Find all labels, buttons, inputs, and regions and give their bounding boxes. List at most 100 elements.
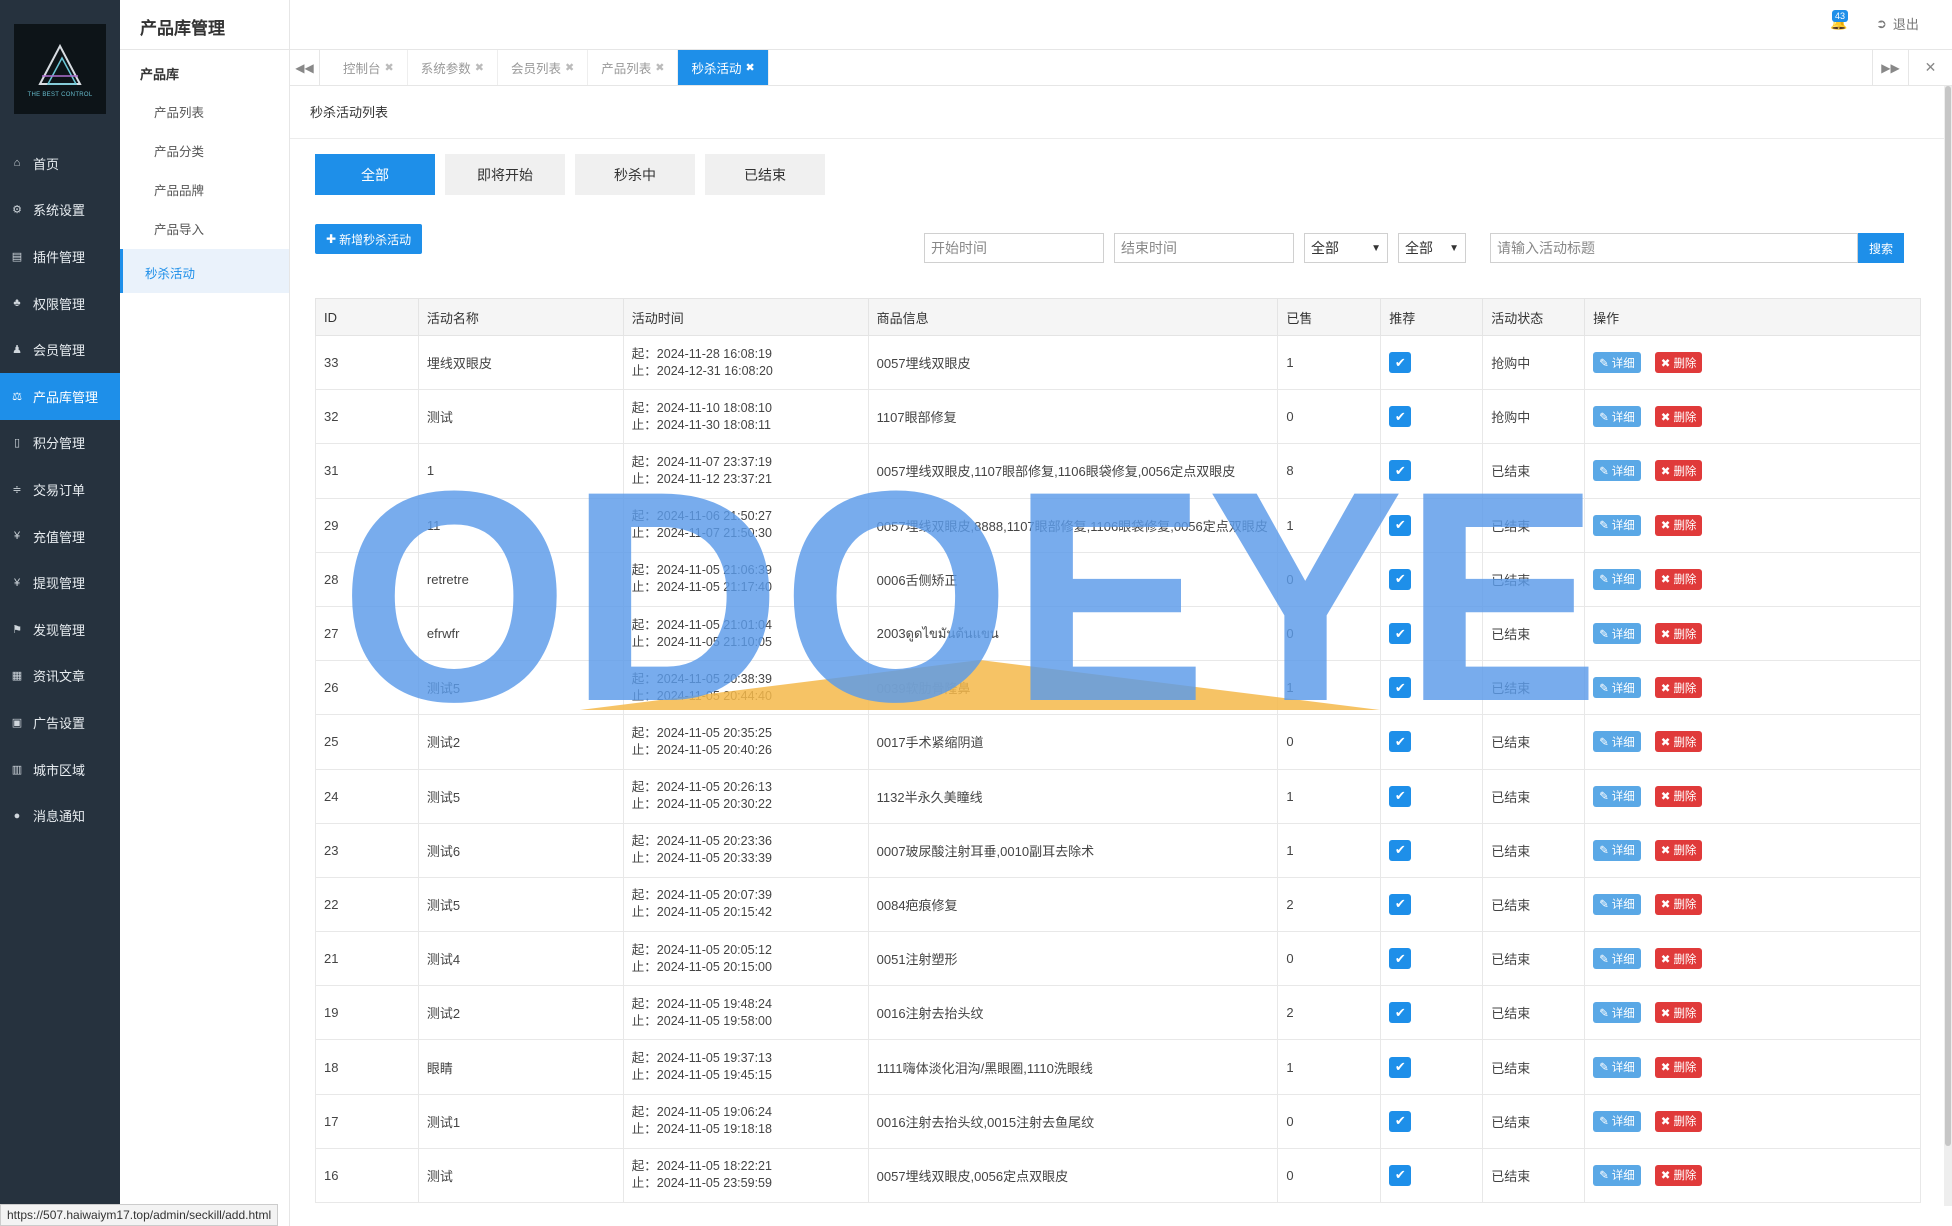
delete-button[interactable]: ✖ 删除 — [1654, 568, 1703, 590]
close-icon[interactable]: ✖ — [385, 61, 394, 74]
end-time-input[interactable]: 结束时间 — [1114, 233, 1294, 263]
detail-button[interactable]: ✎ 详细 — [1593, 677, 1641, 699]
filter-tab-0[interactable]: 全部 — [315, 154, 435, 195]
tab-4[interactable]: 秒杀活动 ✖ — [678, 50, 769, 85]
tab-3[interactable]: 产品列表 ✖ — [588, 50, 679, 85]
title-search-input[interactable]: 请输入活动标题 — [1490, 233, 1858, 263]
sub-item-seckill[interactable]: 秒杀活动 — [120, 249, 289, 293]
sidebar-item-6[interactable]: ▯ 积分管理 — [0, 420, 120, 467]
recommend-checkbox[interactable]: ✔ — [1389, 352, 1412, 374]
sub-item-2[interactable]: 产品品牌 — [120, 168, 289, 207]
close-all-tabs-icon[interactable]: ✕ — [1908, 50, 1952, 85]
recommend-checkbox[interactable]: ✔ — [1389, 568, 1412, 590]
recommend-checkbox[interactable]: ✔ — [1389, 1002, 1412, 1024]
detail-button[interactable]: ✎ 详细 — [1593, 893, 1641, 915]
detail-button[interactable]: ✎ 详细 — [1593, 1164, 1641, 1186]
detail-button[interactable]: ✎ 详细 — [1593, 731, 1641, 753]
filter-tab-3[interactable]: 已结束 — [705, 154, 825, 195]
delete-button[interactable]: ✖ 删除 — [1654, 677, 1703, 699]
sidebar-item-10[interactable]: ⚑ 发现管理 — [0, 606, 120, 653]
detail-button[interactable]: ✎ 详细 — [1593, 460, 1641, 482]
detail-button[interactable]: ✎ 详细 — [1593, 352, 1641, 374]
tabs-scroll-right-icon[interactable]: ▶▶ — [1872, 50, 1908, 85]
recommend-checkbox[interactable]: ✔ — [1389, 1164, 1412, 1186]
detail-button[interactable]: ✎ 详细 — [1593, 948, 1641, 970]
recommend-checkbox[interactable]: ✔ — [1389, 785, 1412, 807]
delete-label: 删除 — [1673, 1116, 1697, 1129]
delete-button[interactable]: ✖ 删除 — [1654, 406, 1703, 428]
app-logo[interactable]: THE BEST CONTROL — [14, 24, 106, 114]
detail-button[interactable]: ✎ 详细 — [1593, 623, 1641, 645]
delete-button[interactable]: ✖ 删除 — [1654, 1002, 1703, 1024]
delete-button[interactable]: ✖ 删除 — [1654, 623, 1703, 645]
delete-button[interactable]: ✖ 删除 — [1654, 1164, 1703, 1186]
delete-button[interactable]: ✖ 删除 — [1654, 1056, 1703, 1078]
close-icon[interactable]: ✖ — [565, 61, 574, 74]
recommend-checkbox[interactable]: ✔ — [1389, 731, 1412, 753]
sidebar-item-13[interactable]: ▥ 城市区域 — [0, 746, 120, 793]
add-seckill-button[interactable]: ✚ 新增秒杀活动 — [315, 224, 423, 254]
delete-button[interactable]: ✖ 删除 — [1654, 460, 1703, 482]
sidebar-item-3[interactable]: ♣ 权限管理 — [0, 280, 120, 327]
sidebar-item-7[interactable]: ≑ 交易订单 — [0, 466, 120, 513]
delete-button[interactable]: ✖ 删除 — [1654, 948, 1703, 970]
sub-item-3[interactable]: 产品导入 — [120, 207, 289, 246]
recommend-checkbox[interactable]: ✔ — [1389, 948, 1412, 970]
close-icon[interactable]: ✖ — [655, 61, 664, 74]
detail-button[interactable]: ✎ 详细 — [1593, 1002, 1641, 1024]
detail-button[interactable]: ✎ 详细 — [1593, 785, 1641, 807]
page-scrollbar[interactable] — [1944, 86, 1952, 1206]
sidebar-item-12[interactable]: ▣ 广告设置 — [0, 699, 120, 746]
recommend-checkbox[interactable]: ✔ — [1389, 677, 1412, 699]
sub-item-1[interactable]: 产品分类 — [120, 129, 289, 168]
detail-button[interactable]: ✎ 详细 — [1593, 1056, 1641, 1078]
filter-tab-2[interactable]: 秒杀中 — [575, 154, 695, 195]
close-icon[interactable]: ✖ — [745, 61, 754, 74]
sidebar-item-2[interactable]: ▤ 插件管理 — [0, 233, 120, 280]
recommend-checkbox[interactable]: ✔ — [1389, 893, 1412, 915]
tab-0[interactable]: 控制台 ✖ — [330, 50, 408, 85]
status-select[interactable]: 全部 ▼ — [1304, 233, 1388, 263]
recommend-select[interactable]: 全部 ▼ — [1398, 233, 1466, 263]
tabs-scroll-left-icon[interactable]: ◀◀ — [290, 50, 320, 85]
cell-id: 29 — [315, 497, 419, 553]
delete-button[interactable]: ✖ 删除 — [1654, 1110, 1703, 1132]
sidebar-item-1[interactable]: ⚙ 系统设置 — [0, 187, 120, 234]
delete-button[interactable]: ✖ 删除 — [1654, 893, 1703, 915]
delete-button[interactable]: ✖ 删除 — [1654, 839, 1703, 861]
recommend-checkbox[interactable]: ✔ — [1389, 406, 1412, 428]
detail-button[interactable]: ✎ 详细 — [1593, 839, 1641, 861]
recommend-checkbox[interactable]: ✔ — [1389, 1110, 1412, 1132]
sidebar-item-11[interactable]: ▦ 资讯文章 — [0, 653, 120, 700]
recommend-checkbox[interactable]: ✔ — [1389, 623, 1412, 645]
recommend-checkbox[interactable]: ✔ — [1389, 460, 1412, 482]
scrollbar-thumb[interactable] — [1945, 86, 1951, 1146]
sidebar-item-label: 系统设置 — [33, 203, 86, 219]
detail-button[interactable]: ✎ 详细 — [1593, 568, 1641, 590]
logout-button[interactable]: ➲ 退出 — [1876, 14, 1919, 33]
sidebar-item-5[interactable]: ⚖ 产品库管理 — [0, 372, 120, 420]
delete-button[interactable]: ✖ 删除 — [1654, 785, 1703, 807]
detail-button[interactable]: ✎ 详细 — [1593, 514, 1641, 536]
detail-button[interactable]: ✎ 详细 — [1593, 1110, 1641, 1132]
sidebar-item-14[interactable]: ● 消息通知 — [0, 792, 120, 839]
start-time-input[interactable]: 开始时间 — [924, 233, 1104, 263]
tab-1[interactable]: 系统参数 ✖ — [408, 50, 498, 85]
recommend-checkbox[interactable]: ✔ — [1389, 1056, 1412, 1078]
close-icon[interactable]: ✖ — [475, 61, 484, 74]
filter-tab-1[interactable]: 即将开始 — [445, 154, 565, 195]
detail-button[interactable]: ✎ 详细 — [1593, 406, 1641, 428]
delete-button[interactable]: ✖ 删除 — [1654, 352, 1703, 374]
sidebar-item-0[interactable]: ⌂ 首页 — [0, 140, 120, 187]
cell-id: 18 — [315, 1039, 419, 1095]
sidebar-item-4[interactable]: ♟ 会员管理 — [0, 326, 120, 373]
sidebar-item-9[interactable]: ¥ 提现管理 — [0, 559, 120, 606]
delete-button[interactable]: ✖ 删除 — [1654, 514, 1703, 536]
search-button[interactable]: 搜索 — [1858, 233, 1904, 263]
sub-item-0[interactable]: 产品列表 — [120, 90, 289, 129]
recommend-checkbox[interactable]: ✔ — [1389, 514, 1412, 536]
tab-2[interactable]: 会员列表 ✖ — [498, 50, 589, 85]
sidebar-item-8[interactable]: ¥ 充值管理 — [0, 513, 120, 560]
delete-button[interactable]: ✖ 删除 — [1654, 731, 1703, 753]
recommend-checkbox[interactable]: ✔ — [1389, 839, 1412, 861]
